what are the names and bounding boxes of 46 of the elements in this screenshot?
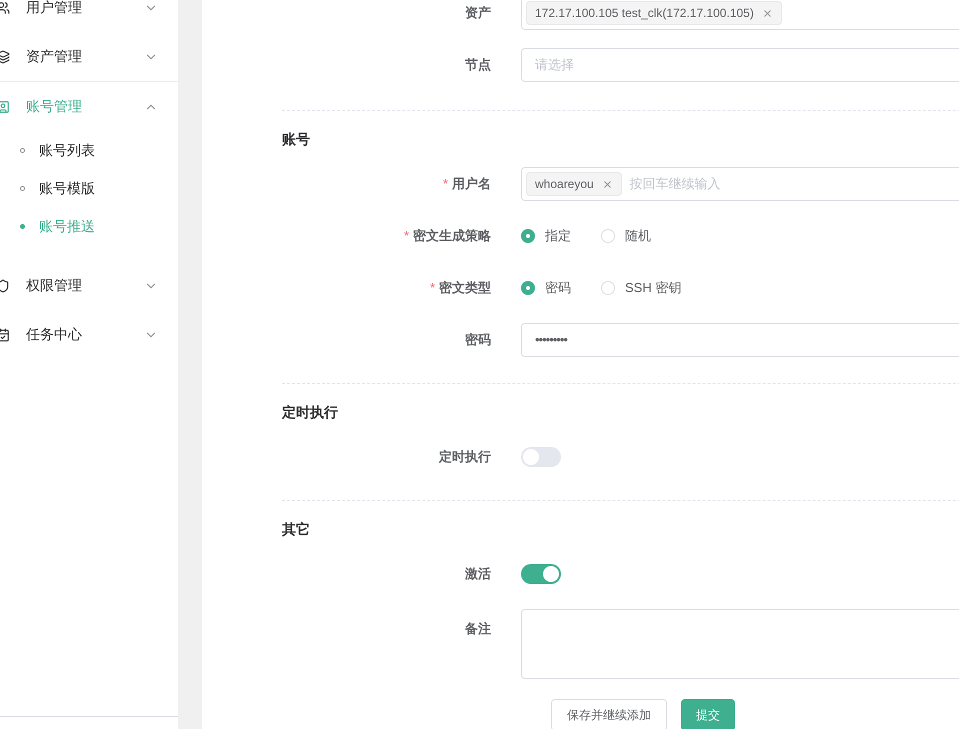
field-label: 密码 (465, 331, 491, 350)
tag-input-field[interactable]: 172.17.100.105 test_clk(172.17.100.105) (521, 0, 959, 30)
field-label: 资产 (465, 4, 491, 22)
menu-item[interactable]: 任务中心 (0, 310, 178, 359)
submenu-item[interactable]: 账号列表 (0, 131, 178, 169)
field-label: 定时执行 (439, 448, 491, 466)
required-mark: * (442, 175, 448, 194)
users-icon (0, 0, 10, 14)
radio-button[interactable] (601, 229, 615, 243)
menu-item[interactable]: 资产管理 (0, 32, 178, 81)
password-field[interactable]: ••••••••• (521, 323, 959, 357)
layers-icon (0, 50, 10, 64)
shield-icon (0, 278, 10, 292)
input-placeholder: 按回车继续输入 (630, 175, 721, 194)
required-mark: * (404, 227, 409, 246)
close-icon[interactable] (762, 8, 773, 18)
section-heading: 账号 (282, 130, 311, 149)
field-label: 节点 (465, 56, 491, 74)
field-label: 激活 (465, 565, 491, 584)
tag-input-field[interactable]: whoareyou 按回车继续输入 (521, 167, 959, 201)
field-label: 密文生成策略 (413, 227, 491, 246)
toggle-switch[interactable] (521, 564, 561, 584)
tag-text: 172.17.100.105 test_clk(172.17.100.105) (535, 5, 754, 22)
textarea-field[interactable] (521, 609, 959, 679)
submenu-item[interactable]: 账号模版 (0, 169, 178, 207)
radio-button[interactable] (521, 229, 535, 243)
radio-label: 随机 (625, 227, 651, 246)
calendar-check-icon (0, 328, 10, 342)
radio-label: SSH 密钥 (625, 279, 682, 298)
person-card-icon (0, 100, 10, 114)
section-heading: 其它 (282, 520, 311, 539)
toggle-switch[interactable] (521, 447, 561, 467)
field-label: 备注 (465, 620, 491, 638)
radio-label: 密码 (545, 279, 571, 298)
menu-item[interactable]: 权限管理 (0, 261, 178, 310)
close-icon[interactable] (602, 178, 613, 190)
radio-button[interactable] (601, 281, 615, 295)
radio-label: 指定 (545, 227, 571, 246)
section-heading: 定时执行 (282, 403, 339, 422)
tag-text: whoareyou (535, 176, 594, 193)
field-label: 密文类型 (439, 279, 491, 298)
menu-item[interactable]: 用户管理 (0, 0, 178, 32)
save-continue-button[interactable]: 保存并继续添加 (551, 699, 667, 729)
field-label: 用户名 (452, 175, 491, 194)
required-mark: * (430, 279, 435, 298)
radio-button[interactable] (521, 281, 535, 295)
